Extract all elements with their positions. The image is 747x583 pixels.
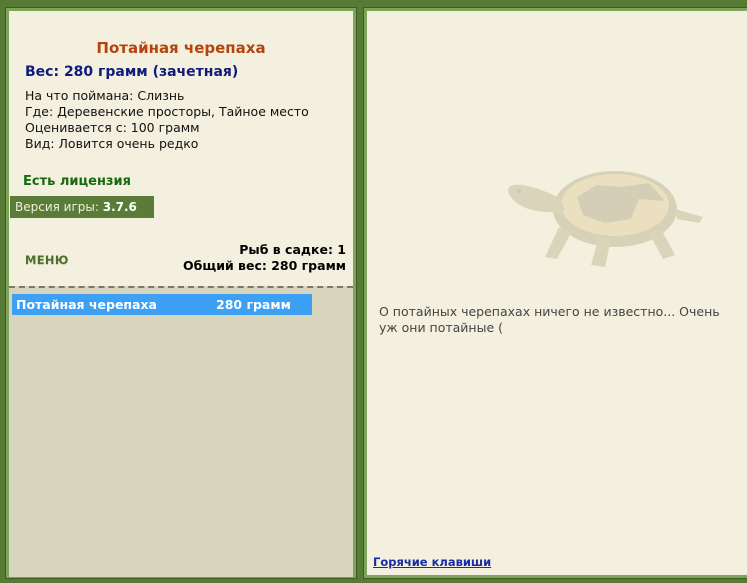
catch-list: Потайная черепаха 280 грамм — [9, 286, 353, 577]
rarity-info: Вид: Ловится очень редко — [25, 136, 199, 151]
catch-name: Потайная черепаха — [16, 297, 157, 312]
list-item[interactable]: Потайная черепаха 280 грамм — [12, 294, 312, 315]
total-weight: Общий вес: 280 грамм — [183, 258, 346, 273]
version-label: Версия игры: — [15, 200, 99, 214]
keepnet-stats: Рыб в садке: 1 Общий вес: 280 грамм — [183, 242, 346, 274]
bait-info: На что поймана: Слизнь — [25, 88, 185, 103]
version-badge: Версия игры: 3.7.6 — [10, 196, 154, 218]
turtle-image — [508, 171, 703, 267]
license-status: Есть лицензия — [23, 174, 131, 189]
hotkeys-link[interactable]: Горячие клавиши — [373, 555, 491, 569]
fish-info-panel: Потайная черепаха Вес: 280 грамм (зачетн… — [5, 7, 357, 579]
fish-count: Рыб в садке: 1 — [239, 242, 346, 257]
menu-button[interactable]: МЕНЮ — [25, 253, 69, 267]
fish-title: Потайная черепаха — [96, 39, 266, 57]
valuation-info: Оценивается с: 100 грамм — [25, 120, 200, 135]
fish-weight: Вес: 280 грамм (зачетная) — [25, 64, 239, 80]
location-info: Где: Деревенские просторы, Тайное место — [25, 104, 309, 119]
catch-weight: 280 грамм — [216, 297, 291, 312]
fish-description: О потайных черепахах ничего не известно.… — [379, 304, 720, 335]
fish-detail-panel: О потайных черепахах ничего не известно.… — [363, 7, 747, 579]
version-value: 3.7.6 — [102, 200, 137, 214]
